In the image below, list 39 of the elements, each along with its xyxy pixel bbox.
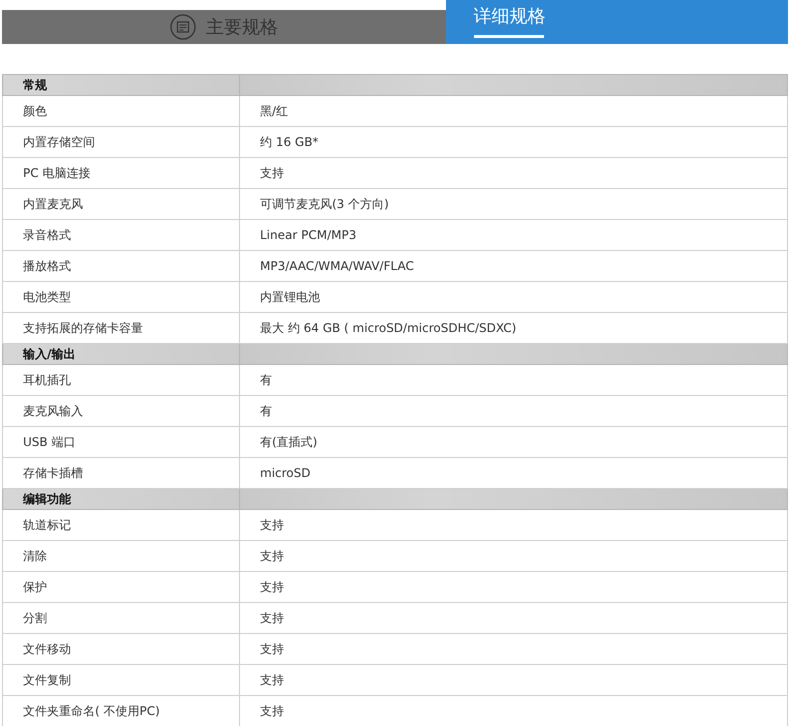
spec-label: 颜色: [2, 96, 240, 126]
tab[interactable]: 详细规格: [446, 0, 788, 44]
spec-label: 分割: [2, 602, 240, 634]
spec-value: 有: [240, 396, 788, 426]
section-header: 常规: [2, 74, 240, 96]
spec-value: 支持: [240, 572, 788, 602]
spec-label: 内置麦克风: [2, 188, 240, 220]
spec-value: 支持: [240, 634, 788, 664]
tab-underline: [474, 35, 544, 38]
spec-label: 文件复制: [2, 664, 240, 696]
spec-value: 内置锂电池: [240, 282, 788, 312]
spec-label: 内置存储空间: [2, 126, 240, 158]
spec-label: USB 端口: [2, 426, 240, 458]
spec-label: 电池类型: [2, 282, 240, 312]
section-header: 输入/输出: [2, 344, 240, 364]
spec-value: MP3/AAC/WMA/WAV/FLAC: [240, 250, 788, 282]
spec-label: PC 电脑连接: [2, 158, 240, 188]
spec-value: 支持: [240, 664, 788, 696]
spec-value: 有(直插式): [240, 426, 788, 458]
spec-label: 保护: [2, 572, 240, 602]
spec-value: 黑/红: [240, 96, 788, 126]
spec-value: 支持: [240, 510, 788, 540]
spec-label: 播放格式: [2, 250, 240, 282]
spec-value: 支持: [240, 540, 788, 572]
section-header: 编辑功能: [2, 488, 240, 510]
spec-label: 清除: [2, 540, 240, 572]
spec-label: 耳机插孔: [2, 364, 240, 396]
spec-label: 麦克风输入: [2, 396, 240, 426]
spec-label: 文件夹重命名( 不使用PC): [2, 696, 240, 726]
spec-value: 约 16 GB*: [240, 126, 788, 158]
spec-value: 支持: [240, 602, 788, 634]
spec-value: Linear PCM/MP3: [240, 220, 788, 250]
spec-value: 有: [240, 364, 788, 396]
spec-value: 可调节麦克风(3 个方向): [240, 188, 788, 220]
spec-label: 轨道标记: [2, 510, 240, 540]
spec-value: 支持: [240, 158, 788, 188]
spec-label: 录音格式: [2, 220, 240, 250]
spec-label: 文件移动: [2, 634, 240, 664]
tab[interactable]: 主要规格: [2, 10, 446, 44]
